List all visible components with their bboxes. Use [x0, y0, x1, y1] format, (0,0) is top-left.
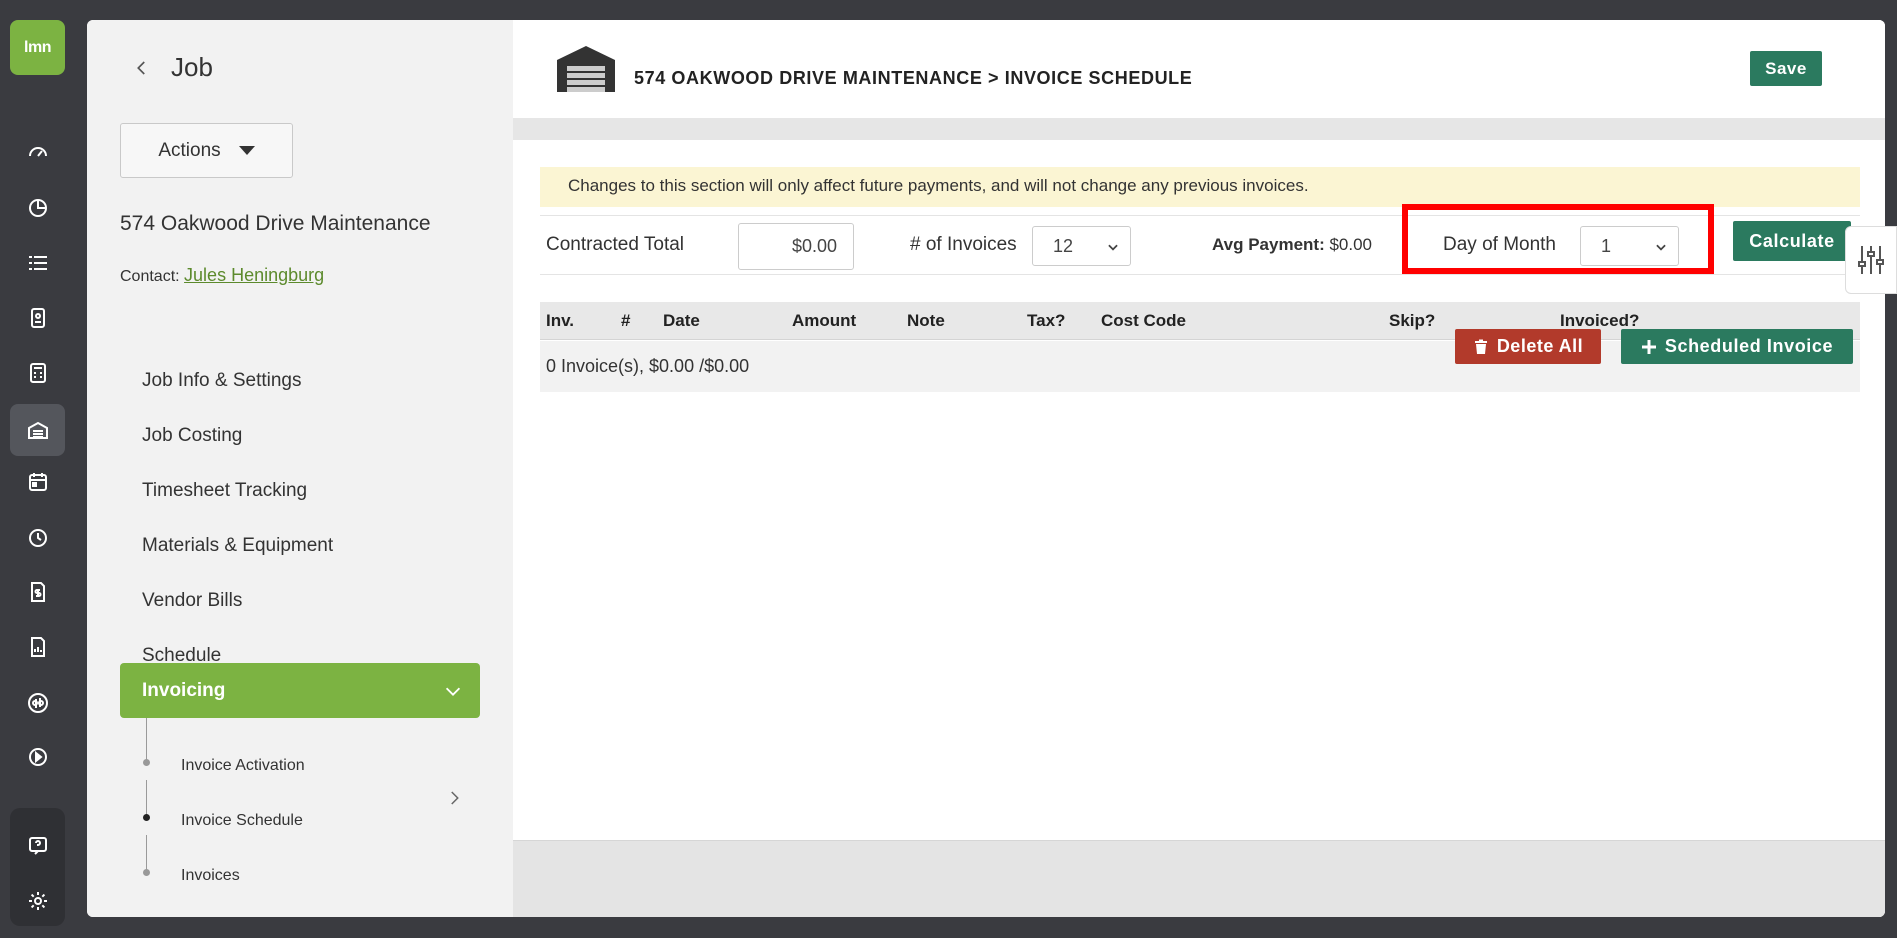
list-icon[interactable]: [10, 241, 65, 285]
invoice-dollar-icon[interactable]: [10, 570, 65, 614]
settings-tune-button[interactable]: [1845, 226, 1897, 294]
col-number: #: [621, 311, 631, 330]
contracted-total-label: Contracted Total: [546, 234, 685, 255]
nav-invoicing[interactable]: Invoicing: [120, 663, 480, 718]
sidebar-title: Job: [171, 52, 213, 82]
speedometer-icon[interactable]: [10, 130, 65, 174]
add-scheduled-invoice-button[interactable]: Scheduled Invoice: [1621, 329, 1853, 364]
notice-banner: Changes to this section will only affect…: [540, 167, 1860, 207]
col-note: Note: [907, 311, 945, 330]
nav-job-info[interactable]: Job Info & Settings: [142, 370, 302, 392]
calculator-icon[interactable]: [10, 351, 65, 395]
invoice-summary: 0 Invoice(s), $0.00 /$0.00: [546, 356, 750, 376]
lmn-logo[interactable]: lmn: [10, 20, 65, 75]
avg-payment-label: Avg Payment:: [1212, 235, 1325, 254]
caret-down-icon: [238, 146, 255, 155]
footer-band: [513, 840, 1885, 917]
num-invoices-select[interactable]: 12: [1032, 226, 1131, 266]
contracted-total-input[interactable]: $0.00: [738, 223, 854, 270]
actions-label: Actions: [158, 139, 221, 161]
col-tax: Tax?: [1027, 311, 1066, 330]
plus-icon: [1641, 339, 1656, 354]
pie-chart-icon[interactable]: [10, 186, 65, 230]
col-invoiced: Invoiced?: [1560, 311, 1640, 330]
num-invoices-label: # of Invoices: [910, 234, 1017, 255]
tree-line: [146, 780, 147, 816]
clock-icon[interactable]: [10, 516, 65, 560]
help-icon[interactable]: [10, 824, 65, 868]
col-inv: Inv.: [546, 311, 575, 330]
garage-icon: [557, 46, 615, 92]
gear-icon[interactable]: [10, 879, 65, 923]
contact-label: Contact:: [120, 268, 180, 285]
num-invoices-value: 12: [1053, 235, 1074, 256]
calculate-button[interactable]: Calculate: [1733, 221, 1851, 261]
job-sidebar: Job Actions 574 Oakwood Drive Maintenanc…: [87, 20, 513, 917]
report-icon[interactable]: [10, 625, 65, 669]
chevron-down-icon: [1108, 244, 1118, 251]
avg-payment-value: $0.00: [1329, 235, 1373, 254]
page-title: 574 OAKWOOD DRIVE MAINTENANCE > INVOICE …: [634, 68, 1193, 88]
actions-dropdown[interactable]: Actions: [120, 123, 293, 178]
job-name: 574 Oakwood Drive Maintenance: [120, 212, 431, 235]
tree-line: [146, 835, 147, 871]
col-cost-code: Cost Code: [1101, 311, 1186, 330]
main-card: Job Actions 574 Oakwood Drive Maintenanc…: [87, 20, 1885, 917]
col-date: Date: [663, 311, 700, 330]
col-skip: Skip?: [1389, 311, 1436, 330]
day-of-month-highlight: [1402, 204, 1714, 274]
tree-line: [146, 718, 147, 762]
contact-link[interactable]: Jules Heningburg: [184, 265, 324, 285]
trash-icon: [1474, 339, 1487, 354]
chevron-right-icon: [451, 791, 459, 805]
nav-materials-equipment[interactable]: Materials & Equipment: [142, 535, 333, 557]
delete-all-label: Delete All: [1496, 336, 1584, 356]
nav-invoicing-label: Invoicing: [142, 679, 226, 701]
delete-all-button[interactable]: Delete All: [1455, 329, 1601, 364]
sub-nav-invoice-activation[interactable]: Invoice Activation: [181, 757, 305, 775]
nav-job-costing[interactable]: Job Costing: [142, 425, 242, 447]
tree-dot-active: [143, 814, 150, 821]
col-amount: Amount: [792, 311, 857, 330]
tree-dot: [143, 759, 150, 766]
nav-timesheet-tracking[interactable]: Timesheet Tracking: [142, 480, 307, 502]
nav-vendor-bills[interactable]: Vendor Bills: [142, 590, 242, 612]
contact-card-icon[interactable]: [10, 296, 65, 340]
tree-dot: [143, 869, 150, 876]
header-divider: [513, 118, 1885, 140]
save-button[interactable]: Save: [1750, 51, 1822, 86]
back-row: Job: [133, 52, 213, 83]
add-scheduled-invoice-label: Scheduled Invoice: [1664, 336, 1834, 356]
chevron-left-icon[interactable]: [133, 59, 151, 77]
avg-payment: Avg Payment: $0.00: [1212, 235, 1372, 255]
contact-row: Contact: Jules Heningburg: [120, 265, 324, 286]
page-header: 574 OAKWOOD DRIVE MAINTENANCE > INVOICE …: [513, 20, 1885, 118]
icon-rail: lmn: [0, 0, 73, 938]
calendar-icon[interactable]: [10, 460, 65, 504]
play-icon[interactable]: [10, 735, 65, 779]
jobs-garage-icon[interactable]: [10, 404, 65, 456]
content-area: 574 OAKWOOD DRIVE MAINTENANCE > INVOICE …: [513, 20, 1885, 917]
quickbooks-icon[interactable]: [10, 681, 65, 725]
sub-nav-invoice-schedule[interactable]: Invoice Schedule: [181, 812, 303, 830]
sub-nav-invoices[interactable]: Invoices: [181, 867, 240, 885]
sliders-icon: [1858, 246, 1884, 274]
chevron-down-icon: [445, 687, 461, 696]
